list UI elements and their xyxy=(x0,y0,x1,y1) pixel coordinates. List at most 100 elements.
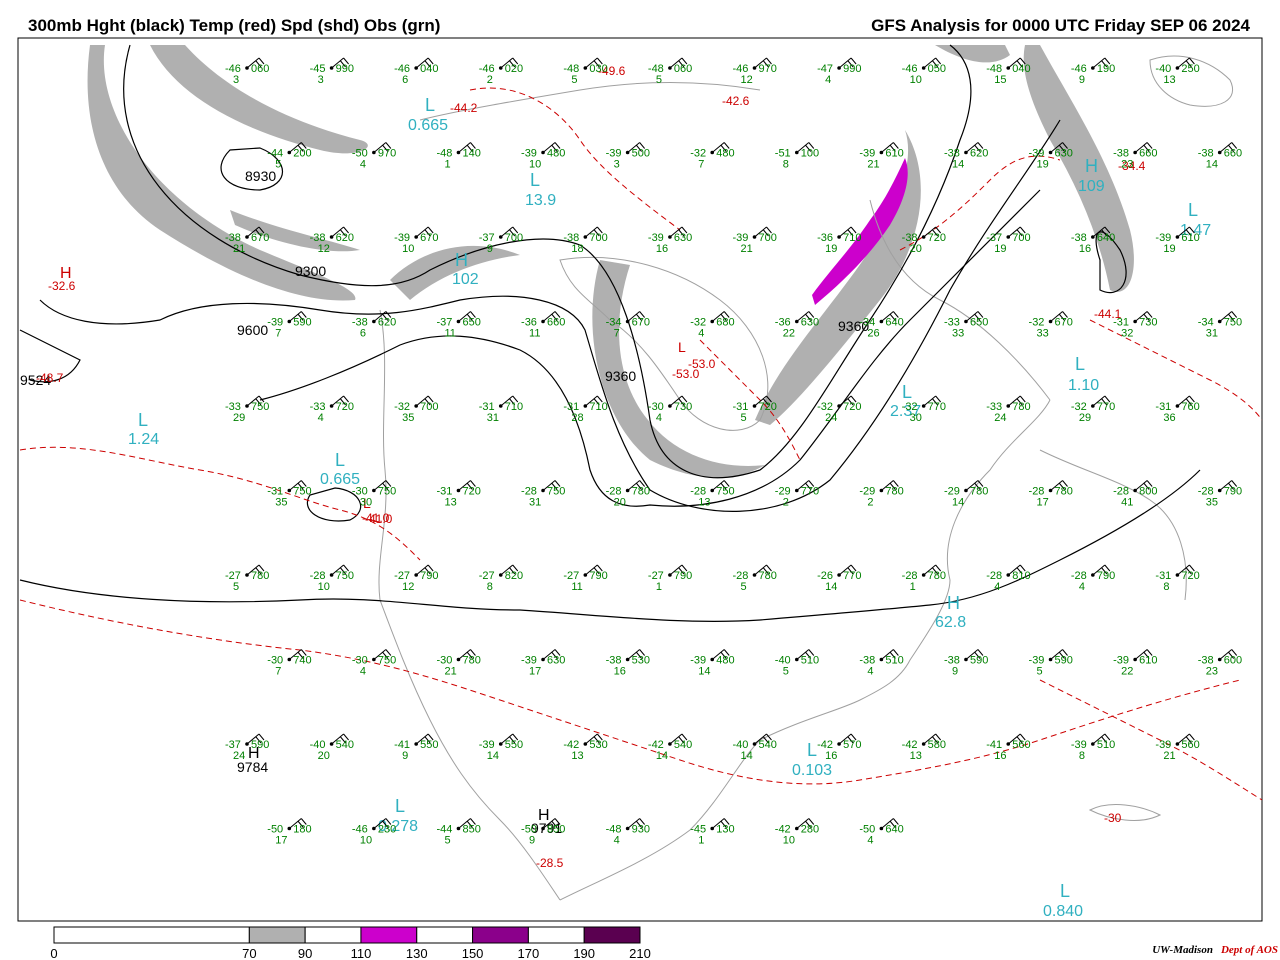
colorbar-bin xyxy=(304,926,362,944)
obs-height: 700 xyxy=(1012,232,1030,244)
obs-height: 790 xyxy=(589,570,607,582)
obs-dewpoint-spread: 14 xyxy=(741,750,753,762)
obs-dewpoint-spread: 3 xyxy=(318,74,324,86)
obs-height: 630 xyxy=(1055,148,1073,160)
obs-dewpoint-spread: 21 xyxy=(233,243,245,255)
obs-dewpoint-spread: 5 xyxy=(233,581,239,593)
colorbar-bin xyxy=(53,926,250,944)
center-marker: L xyxy=(530,170,540,190)
obs-height: 530 xyxy=(632,655,650,667)
obs-dewpoint-spread: 21 xyxy=(1163,750,1175,762)
obs-dewpoint-spread: 1 xyxy=(444,159,450,171)
obs-height: 640 xyxy=(885,824,903,836)
obs-dewpoint-spread: 36 xyxy=(1163,412,1175,424)
colorbar-tick-label: 170 xyxy=(518,946,540,960)
obs-dewpoint-spread: 35 xyxy=(402,412,414,424)
obs-height: 630 xyxy=(547,655,565,667)
obs-dewpoint-spread: 2 xyxy=(867,497,873,509)
obs-dewpoint-spread: 13 xyxy=(571,750,583,762)
obs-height: 990 xyxy=(843,63,861,75)
obs-height: 780 xyxy=(885,486,903,498)
obs-height: 720 xyxy=(759,401,777,413)
obs-height: 780 xyxy=(632,486,650,498)
obs-dewpoint-spread: 12 xyxy=(318,243,330,255)
obs-dewpoint-spread: 4 xyxy=(867,835,873,847)
obs-height: 670 xyxy=(632,317,650,329)
colorbar-tick-label: 110 xyxy=(351,946,372,960)
weather-map: 0 70 90 110 130 150 170 190 210 8930 9360 9300 9… xyxy=(17,37,1263,960)
obs-height: 560 xyxy=(1181,739,1199,751)
obs-dewpoint-spread: 11 xyxy=(529,328,540,340)
obs-dewpoint-spread: 5 xyxy=(741,412,747,424)
obs-dewpoint-spread: 5 xyxy=(741,581,747,593)
obs-height: 780 xyxy=(1055,486,1073,498)
height-label: 8930 xyxy=(245,168,276,184)
obs-height: 630 xyxy=(674,232,692,244)
obs-height: 780 xyxy=(970,486,988,498)
center-marker: L xyxy=(1060,881,1070,901)
obs-height: 800 xyxy=(1139,486,1157,498)
obs-dewpoint-spread: 15 xyxy=(994,74,1006,86)
obs-dewpoint-spread: 8 xyxy=(1163,581,1169,593)
obs-height: 510 xyxy=(885,655,903,667)
obs-height: 780 xyxy=(251,570,269,582)
obs-dewpoint-spread: 41 xyxy=(1121,497,1133,509)
colorbar-tick-label: 190 xyxy=(573,946,595,960)
center-value: 13.9 xyxy=(525,192,556,209)
obs-height: 680 xyxy=(716,317,734,329)
obs-height: 060 xyxy=(251,63,269,75)
obs-height: 700 xyxy=(589,232,607,244)
obs-dewpoint-spread: 14 xyxy=(487,750,499,762)
obs-height: 850 xyxy=(547,824,565,836)
obs-height: 620 xyxy=(336,232,354,244)
obs-height: 200 xyxy=(293,148,311,160)
obs-height: 250 xyxy=(1181,63,1199,75)
obs-height: 480 xyxy=(547,148,565,160)
obs-dewpoint-spread: 4 xyxy=(360,159,366,171)
colorbar-tick-label: 0 xyxy=(50,946,57,960)
obs-dewpoint-spread: 16 xyxy=(994,750,1006,762)
obs-dewpoint-spread: 10 xyxy=(318,581,330,593)
obs-dewpoint-spread: 4 xyxy=(825,74,831,86)
obs-height: 540 xyxy=(674,739,692,751)
obs-dewpoint-spread: 29 xyxy=(233,412,245,424)
obs-dewpoint-spread: 4 xyxy=(614,835,620,847)
obs-height: 610 xyxy=(1181,232,1199,244)
height-label: 9360 xyxy=(605,368,636,384)
center-value: 0.840 xyxy=(1043,903,1083,920)
obs-dewpoint-spread: 16 xyxy=(656,243,668,255)
obs-height: 610 xyxy=(885,148,903,160)
temp-label: -48.7 xyxy=(36,371,64,385)
obs-dewpoint-spread: 32 xyxy=(1121,328,1133,340)
obs-height: 620 xyxy=(970,148,988,160)
center-marker: L xyxy=(902,382,912,402)
obs-height: 780 xyxy=(462,655,480,667)
obs-height: 790 xyxy=(674,570,692,582)
obs-dewpoint-spread: 4 xyxy=(698,328,704,340)
obs-dewpoint-spread: 14 xyxy=(656,750,668,762)
obs-height: 480 xyxy=(716,655,734,667)
temp-label: -28.5 xyxy=(536,856,564,870)
obs-dewpoint-spread: 11 xyxy=(571,581,582,593)
obs-dewpoint-spread: 29 xyxy=(1079,412,1091,424)
obs-dewpoint-spread: 9 xyxy=(952,666,958,678)
obs-height: 040 xyxy=(1012,63,1030,75)
obs-height: 620 xyxy=(378,317,396,329)
obs-dewpoint-spread: 7 xyxy=(698,159,704,171)
colorbar-tick-label: 130 xyxy=(406,946,428,960)
obs-dewpoint-spread: 10 xyxy=(360,835,372,847)
obs-height: 510 xyxy=(801,655,819,667)
obs-dewpoint-spread: 16 xyxy=(1079,243,1091,255)
obs-dewpoint-spread: 22 xyxy=(783,328,795,340)
obs-dewpoint-spread: 10 xyxy=(910,74,922,86)
obs-height: 560 xyxy=(1012,739,1030,751)
obs-dewpoint-spread: 14 xyxy=(952,497,964,509)
obs-dewpoint-spread: 19 xyxy=(994,243,1006,255)
obs-height: 550 xyxy=(505,739,523,751)
obs-height: 660 xyxy=(1139,148,1157,160)
obs-dewpoint-spread: 13 xyxy=(910,750,922,762)
obs-dewpoint-spread: 5 xyxy=(783,666,789,678)
obs-height: 650 xyxy=(462,317,480,329)
obs-height: 190 xyxy=(1097,63,1115,75)
obs-height: 750 xyxy=(251,401,269,413)
